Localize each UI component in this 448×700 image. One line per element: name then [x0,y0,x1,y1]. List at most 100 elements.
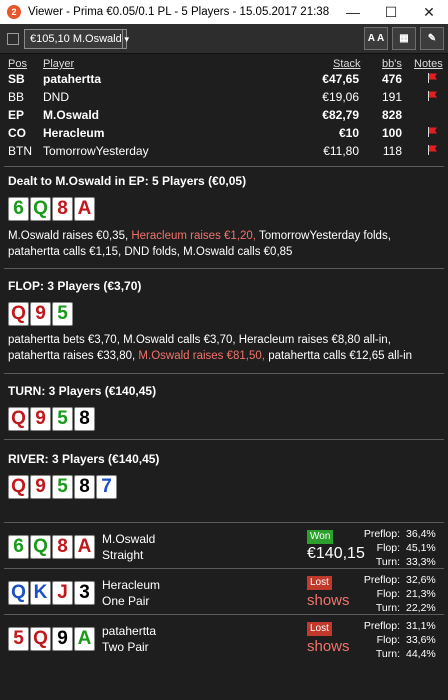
playing-card: Q [8,407,29,431]
player-row[interactable]: SB patahertta €47,65 476 [0,71,448,88]
header-bbs[interactable]: bb's [382,58,402,70]
player-stack: €11,80 [323,144,359,158]
turn-cards: Q958 [8,407,96,431]
playing-card: 8 [52,197,73,221]
playing-card: 5 [52,475,73,499]
player-name: M.Oswald [43,108,100,122]
player-name: patahertta [43,72,102,86]
grid-icon[interactable]: ▦ [392,27,416,50]
showdown-row: 6 Q 8 A M.Oswald Straight Won €140,15 Preflop: 36… [0,522,448,573]
divider [4,268,444,269]
player-bbs: 828 [381,108,402,122]
river-title: RIVER: 3 Players (€140,45) [8,452,160,466]
playing-card: 9 [30,407,51,431]
equity-label: Flop: [376,542,400,554]
equity-label: Flop: [376,588,400,600]
maximize-button[interactable]: ☐ [372,0,410,24]
player-bbs: 100 [381,126,402,140]
playing-card: Q [30,197,51,221]
player-row[interactable]: BTN TomorrowYesterday €11,80 118 [0,143,448,160]
app-logo-icon: 2 [7,5,21,19]
equity-label: Flop: [376,634,400,646]
note-flag-icon[interactable] [427,91,438,101]
player-stack: €10 [338,126,359,140]
river-cards: Q9587 [8,475,118,499]
playing-card: 6 [8,197,29,221]
player-name: TomorrowYesterday [43,144,149,158]
close-button[interactable]: ✕ [410,0,448,24]
flop-actions: patahertta bets €3,70, M.Oswald calls €3… [8,332,442,364]
equity-value: 21,3% [406,588,436,600]
divider [4,568,444,569]
note-flag-icon[interactable] [427,73,438,83]
action-text: M.Oswald raises €0,35, [8,230,132,242]
equity-label: Preflop: [363,620,400,632]
playing-card: 5 [52,302,73,326]
player-bbs: 191 [381,90,402,104]
showdown-row: 5 Q 9 Apatahertta Two Pair Lost shows Preflop: 3… [0,614,448,665]
equity-label: Turn: [375,602,400,614]
minimize-button[interactable]: — [334,0,372,24]
player-pos: BTN [8,144,32,158]
playing-card: 5 [52,407,73,431]
hole-cards: 6Q8A [8,197,96,221]
divider [4,439,444,440]
player-stack: €19,06 [322,90,359,104]
playing-card: 9 [30,475,51,499]
player-bbs: 476 [381,72,402,86]
playing-card: A [74,197,95,221]
header-stack[interactable]: Stack [333,58,361,70]
equity-value: 22,2% [406,602,436,614]
note-flag-icon[interactable] [427,127,438,137]
player-pos: EP [8,108,25,122]
header-pos[interactable]: Pos [8,58,27,70]
player-select-dropdown[interactable]: €105,10 M.Oswald ▼ [24,29,131,49]
player-name: DND [43,90,69,104]
preflop-title: Dealt to M.Oswald in EP: 5 Players (€0,0… [8,174,247,188]
flop-title: FLOP: 3 Players (€3,70) [8,279,142,293]
player-name: Heracleum [43,126,105,140]
equity-value: 32,6% [406,574,436,586]
title-bar: 2 Viewer - Prima €0.05/0.1 PL - 5 Player… [0,0,448,24]
playing-card: 9 [30,302,51,326]
divider [4,166,444,167]
player-stack: €82,79 [322,108,359,122]
note-flag-icon[interactable] [427,145,438,155]
showdown-row: Q K J 3 Heracleum One Pair Lost shows Preflop: 32… [0,568,448,619]
equity-value: 33,3% [406,556,436,568]
player-stack: €47,65 [322,72,359,86]
font-size-button[interactable]: A A [364,27,388,50]
highlighted-action: Heracleum raises €1,20, [131,230,259,242]
header-player[interactable]: Player [43,58,74,70]
equity-value: 45,1% [406,542,436,554]
player-row[interactable]: CO Heracleum €10 100 [0,125,448,142]
chevron-down-icon[interactable]: ▼ [121,30,131,48]
highlighted-action: M.Oswald raises €81,50, [138,350,269,362]
header-notes[interactable]: Notes [414,58,443,70]
player-pos: SB [8,72,25,86]
player-row[interactable]: EP M.Oswald €82,79 828 [0,107,448,124]
select-checkbox[interactable] [7,33,19,45]
equity-value: 44,4% [406,648,436,660]
equity-value: 33,6% [406,634,436,646]
equity-label: Preflop: [363,528,400,540]
equity-label: Turn: [375,648,400,660]
playing-card: 7 [96,475,117,499]
playing-card: 8 [74,407,95,431]
equity-label: Preflop: [363,574,400,586]
player-pos: BB [8,90,25,104]
edit-icon[interactable]: ✎ [420,27,444,50]
playing-card: 8 [74,475,95,499]
divider [4,373,444,374]
player-bbs: 118 [382,144,402,158]
divider [4,522,444,523]
player-row[interactable]: BB DND €19,06 191 [0,89,448,106]
equity-label: Turn: [375,556,400,568]
playing-card: Q [8,475,29,499]
player-pos: CO [8,126,26,140]
playing-card: Q [8,302,29,326]
equity-value: 31,1% [406,620,436,632]
divider [4,614,444,615]
equity-value: 36,4% [406,528,436,540]
window-title: Viewer - Prima €0.05/0.1 PL - 5 Players … [28,6,330,18]
